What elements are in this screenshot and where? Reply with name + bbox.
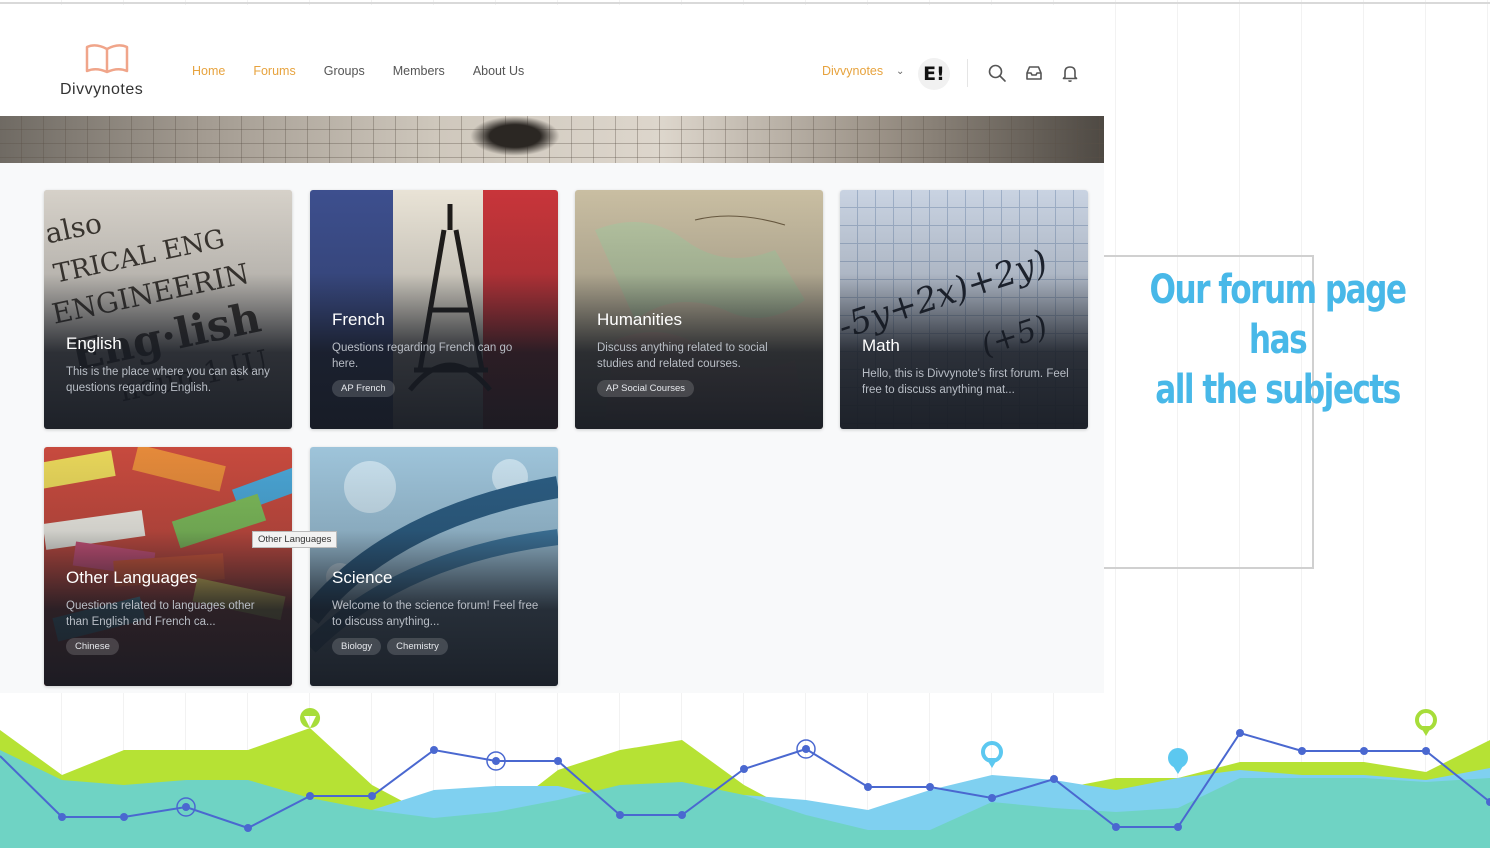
card-body: Other Languages Questions related to lan… (66, 568, 274, 655)
tag-ap-french[interactable]: AP French (332, 380, 395, 397)
card-body: English This is the place where you can … (66, 334, 274, 396)
banner-pen-decoration (470, 116, 560, 156)
tag-chemistry[interactable]: Chemistry (387, 638, 448, 655)
nav-about-us[interactable]: About Us (473, 64, 524, 78)
forum-card-french[interactable]: French Questions regarding French can go… (310, 190, 558, 429)
nav-forums[interactable]: Forums (253, 64, 295, 78)
forum-card-humanities[interactable]: Humanities Discuss anything related to s… (575, 190, 823, 429)
callout-line-1: Our forum page has (1149, 267, 1407, 363)
callout-text: Our forum page has all the subjects (1143, 265, 1412, 415)
bell-icon[interactable] (1060, 63, 1080, 83)
slide-top-border (0, 2, 1490, 4)
hover-tooltip: Other Languages (252, 531, 338, 548)
card-body: French Questions regarding French can go… (332, 310, 540, 397)
map-pin-blue-icon (1168, 748, 1188, 774)
forum-card-math[interactable]: -5y+2x)+2y) (+5) Math Hello, this is Div… (840, 190, 1088, 429)
card-body: Math Hello, this is Divvynote's first fo… (862, 336, 1070, 398)
map-pin-blue-outline-icon (981, 741, 1003, 768)
main-nav: Home Forums Groups Members About Us (192, 64, 524, 78)
nav-groups[interactable]: Groups (324, 64, 365, 78)
map-pin-green-outline-icon (1415, 709, 1437, 736)
tag-list: AP French (332, 380, 540, 397)
tag-chinese[interactable]: Chinese (66, 638, 119, 655)
forum-title: English (66, 334, 122, 353)
forum-description: Questions regarding French can go here. (332, 342, 513, 370)
tag-list: AP Social Courses (597, 380, 805, 397)
nav-home[interactable]: Home (192, 64, 225, 78)
nav-members[interactable]: Members (393, 64, 445, 78)
forum-title: Humanities (597, 310, 683, 329)
user-menu-name[interactable]: Divvynotes (822, 64, 883, 78)
brand-name: Divvynotes (60, 81, 144, 98)
tag-list: Biology Chemistry (332, 638, 540, 655)
forum-description: Questions related to languages other tha… (66, 600, 255, 628)
callout-line-2: all the subjects (1155, 367, 1401, 413)
tag-list: Chinese (66, 638, 274, 655)
tag-ap-social-courses[interactable]: AP Social Courses (597, 380, 695, 397)
forum-card-other-languages[interactable]: Other Languages Questions related to lan… (44, 447, 292, 686)
top-navbar: Divvynotes Home Forums Groups Members Ab… (0, 5, 1104, 116)
forum-description: Hello, this is Divvynote's first forum. … (862, 368, 1069, 396)
forums-banner-image (0, 116, 1104, 163)
forum-description: This is the place where you can ask any … (66, 366, 270, 394)
book-logo-icon (85, 44, 129, 74)
search-icon[interactable] (987, 63, 1007, 83)
forum-card-english[interactable]: also TRICAL ENG ENGINEERIN Eng·lish noun… (44, 190, 292, 429)
forum-title: French (332, 310, 385, 329)
forum-description: Welcome to the science forum! Feel free … (332, 600, 539, 628)
inbox-icon[interactable] (1024, 63, 1044, 83)
card-body: Humanities Discuss anything related to s… (597, 310, 805, 397)
forum-page-screenshot: Divvynotes Home Forums Groups Members Ab… (0, 5, 1104, 693)
forum-card-science[interactable]: Science Welcome to the science forum! Fe… (310, 447, 558, 686)
tag-biology[interactable]: Biology (332, 638, 382, 655)
user-avatar[interactable]: E! (918, 58, 950, 90)
chevron-down-icon[interactable]: ⌄ (896, 66, 904, 77)
forum-title: Science (332, 568, 393, 587)
nav-divider (967, 59, 968, 87)
decorative-line-graph (0, 708, 1490, 848)
forum-title: Other Languages (66, 568, 198, 587)
forum-title: Math (862, 336, 900, 355)
site-logo[interactable]: Divvynotes (60, 43, 160, 103)
map-pin-green-icon (300, 708, 321, 728)
forum-description: Discuss anything related to social studi… (597, 342, 768, 370)
card-body: Science Welcome to the science forum! Fe… (332, 568, 540, 655)
